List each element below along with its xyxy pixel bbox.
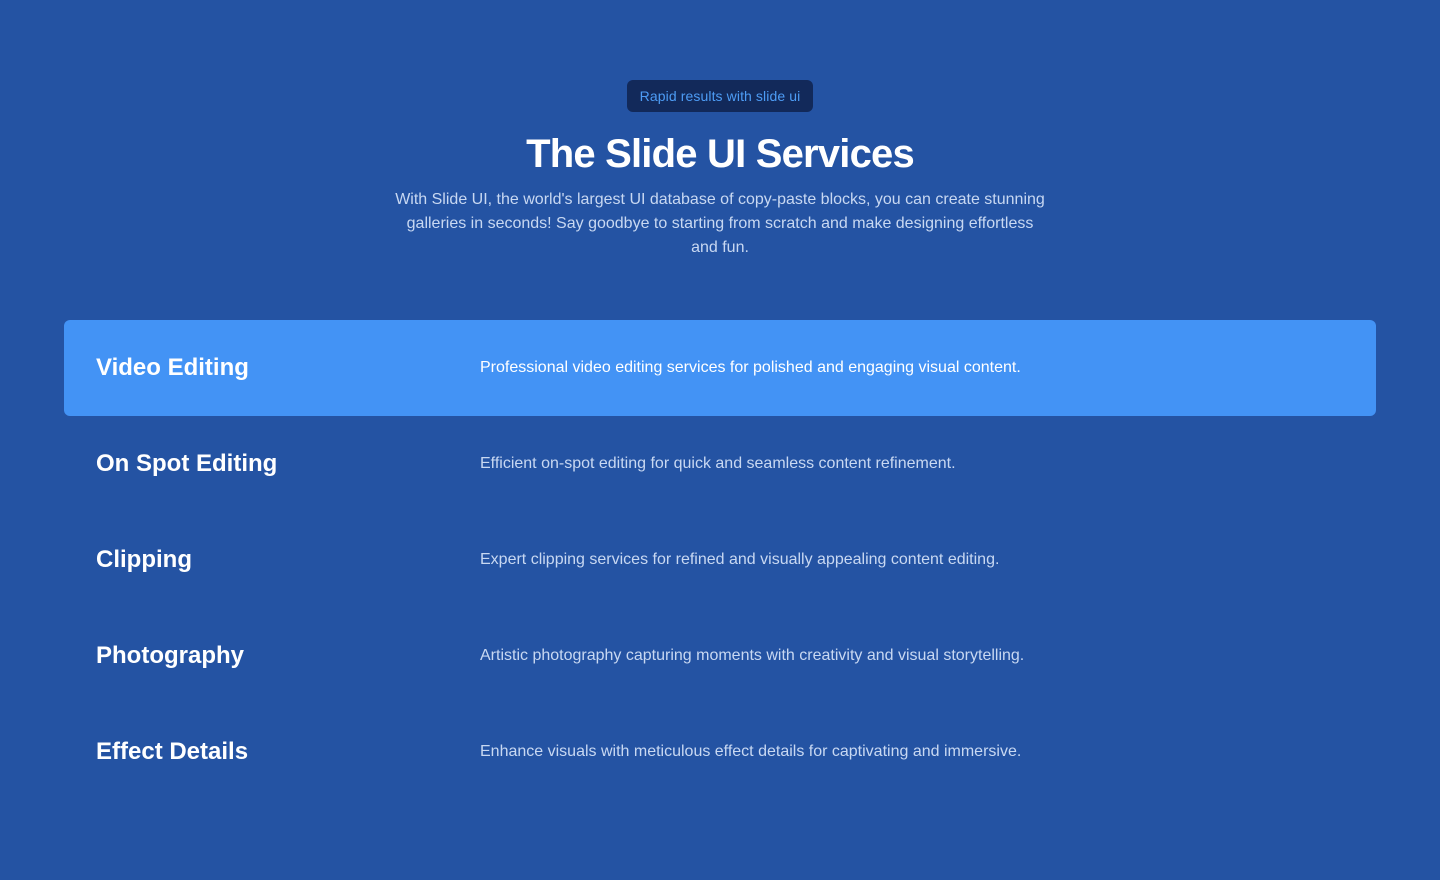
service-description: Expert clipping services for refined and… xyxy=(480,551,1000,568)
service-name: Effect Details xyxy=(96,738,249,765)
services-page: Rapid results with slide ui The Slide UI… xyxy=(0,0,1440,880)
service-description: Professional video editing services for … xyxy=(480,359,1021,376)
hero-badge: Rapid results with slide ui xyxy=(626,80,814,112)
hero-section: Rapid results with slide ui The Slide UI… xyxy=(0,80,1440,260)
service-item-effect-details[interactable]: Effect Details Enhance visuals with meti… xyxy=(64,704,1376,800)
page-subtitle: With Slide UI, the world's largest UI da… xyxy=(395,191,1045,256)
service-description: Artistic photography capturing moments w… xyxy=(480,647,1025,664)
service-item-clipping[interactable]: Clipping Expert clipping services for re… xyxy=(64,512,1376,608)
services-list: Video Editing Professional video editing… xyxy=(64,320,1376,800)
service-description: Enhance visuals with meticulous effect d… xyxy=(480,743,1022,760)
service-name: On Spot Editing xyxy=(96,450,278,477)
service-item-video-editing[interactable]: Video Editing Professional video editing… xyxy=(64,320,1376,416)
service-name: Clipping xyxy=(96,546,192,573)
page-title: The Slide UI Services xyxy=(526,132,915,176)
service-name: Video Editing xyxy=(96,354,249,381)
service-name: Photography xyxy=(96,642,244,669)
service-item-photography[interactable]: Photography Artistic photography capturi… xyxy=(64,608,1376,704)
service-description: Efficient on-spot editing for quick and … xyxy=(480,455,956,472)
service-item-on-spot-editing[interactable]: On Spot Editing Efficient on-spot editin… xyxy=(64,416,1376,512)
